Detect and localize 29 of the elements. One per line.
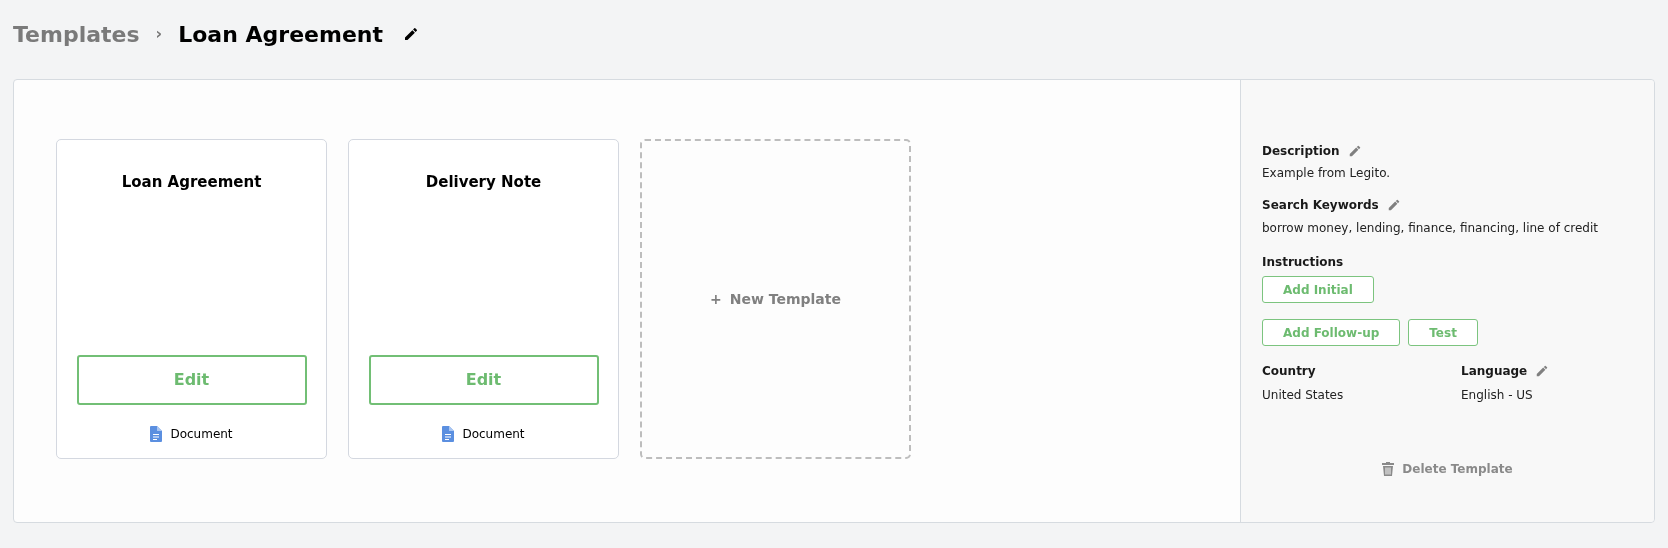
pencil-icon[interactable]	[403, 26, 419, 42]
instruction-button[interactable]: Add Initial	[1262, 276, 1374, 303]
edit-button[interactable]: Edit	[76, 355, 307, 405]
description-text: Example from Legito.	[1262, 165, 1392, 182]
breadcrumb-separator: ›	[155, 23, 163, 45]
template-title: Delivery Note	[425, 172, 542, 193]
trash-icon	[1382, 462, 1395, 476]
template-card[interactable]: Loan Agreement Edit Document	[56, 139, 327, 459]
keywords-text: borrow money, lending, finance, financing, line of credit	[1262, 220, 1599, 237]
field-label: Language	[1461, 363, 1528, 380]
breadcrumb-link[interactable]: Templates	[13, 17, 140, 51]
template-card[interactable]: Delivery Note Edit Document	[348, 139, 619, 459]
field-label: Search Keywords	[1262, 197, 1379, 214]
document-type: Document	[462, 426, 525, 443]
delete-template-button[interactable]: Delete Template	[1382, 460, 1513, 478]
field-label: Country	[1262, 363, 1317, 380]
language-value: English - US	[1461, 387, 1534, 404]
document-type: Document	[170, 426, 233, 443]
page-title: Loan Agreement	[178, 20, 383, 49]
document-icon	[150, 426, 163, 442]
instruction-button[interactable]: Test	[1408, 319, 1478, 346]
template-title: Loan Agreement	[121, 172, 262, 193]
country-value: United States	[1262, 387, 1345, 404]
instruction-button[interactable]: Add Follow-up	[1262, 319, 1401, 346]
new-template-button[interactable]: + New Template	[640, 139, 911, 459]
field-label: Description	[1262, 143, 1340, 160]
field-label: Instructions	[1262, 254, 1345, 271]
document-icon	[442, 426, 455, 442]
edit-button[interactable]: Edit	[368, 355, 599, 405]
